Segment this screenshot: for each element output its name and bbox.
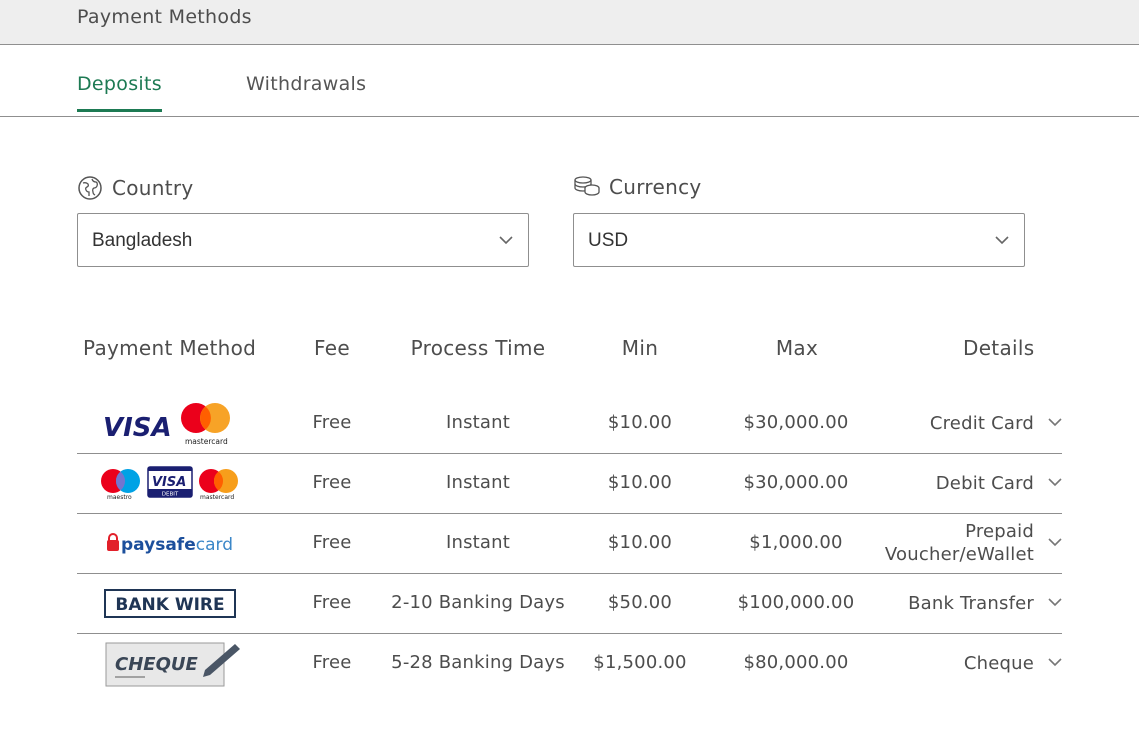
chevron-down-icon[interactable] [1047,416,1063,428]
process-time-cell: Instant [445,472,511,493]
fee-cell: Free [312,532,352,553]
table-row: CHEQUE Free 5-28 Banking Days $1,500.00 … [77,634,1062,694]
svg-text:maestro: maestro [107,494,132,501]
tab-bar: Deposits Withdrawals [0,45,1139,117]
fee-cell: Free [312,412,352,433]
chevron-down-icon[interactable] [1047,596,1063,608]
paysafecard-logo: paysafecard [107,533,233,555]
header-payment-method: Payment Method [83,336,257,360]
max-cell: $30,000.00 [743,412,849,433]
svg-text:VISA: VISA [152,475,186,490]
currency-label-text: Currency [609,175,702,199]
visa-mastercard-logo: VISA mastercard [103,403,230,446]
max-cell: $80,000.00 [743,652,849,673]
details-cell: Cheque [963,653,1034,674]
table-row: maestro VISA DEBIT mastercard Free Insta… [77,454,1062,514]
country-label-text: Country [112,176,194,200]
chevron-down-icon [995,236,1009,245]
details-cell: Bank Transfer [908,593,1034,614]
details-cell: Prepaid Voucher/eWallet [884,521,1034,565]
svg-text:VISA: VISA [103,413,172,443]
header-min: Min [621,336,659,360]
max-cell: $30,000.00 [743,472,849,493]
details-cell: Debit Card [935,473,1034,494]
svg-text:paysafecard: paysafecard [121,535,233,555]
currency-select-value: USD [588,230,629,251]
table-row: BANK WIRE Free 2-10 Banking Days $50.00 … [77,574,1062,634]
tab-withdrawals[interactable]: Withdrawals [246,73,366,109]
country-select-value: Bangladesh [92,230,193,251]
globe-icon [78,176,102,200]
chevron-down-icon[interactable] [1047,536,1063,548]
header-fee: Fee [314,336,350,360]
bank-wire-logo: BANK WIRE [104,589,236,618]
chevron-down-icon[interactable] [1047,656,1063,668]
table-row: paysafecard paysafecard Free Instant $10… [77,514,1062,574]
min-cell: $10.00 [607,472,673,493]
header-details: Details [963,336,1035,360]
svg-text:CHEQUE: CHEQUE [115,654,198,675]
process-time-cell: 5-28 Banking Days [391,652,565,673]
fee-cell: Free [312,592,352,613]
fee-cell: Free [312,652,352,673]
details-cell: Credit Card [929,413,1034,434]
chevron-down-icon[interactable] [1047,476,1063,488]
fee-cell: Free [312,472,352,493]
currency-label: Currency [573,175,702,199]
process-time-cell: Instant [445,412,511,433]
tab-deposits[interactable]: Deposits [77,73,162,112]
svg-text:mastercard: mastercard [200,494,234,501]
max-cell: $1,000.00 [749,532,843,553]
table-row: VISA mastercard Free Instant $10.00 $30,… [77,394,1062,454]
header-max: Max [775,336,819,360]
country-select[interactable]: Bangladesh [77,213,529,267]
country-label: Country [77,175,194,201]
maestro-visa-debit-mastercard-logo: maestro VISA DEBIT mastercard [101,466,238,501]
process-time-cell: 2-10 Banking Days [391,592,565,613]
cheque-logo: CHEQUE [105,642,240,687]
min-cell: $10.00 [607,412,673,433]
page-title: Payment Methods [77,6,252,28]
min-cell: $10.00 [607,532,673,553]
header-process-time: Process Time [410,336,546,360]
coins-icon [574,176,600,196]
svg-text:DEBIT: DEBIT [162,492,179,498]
currency-select[interactable]: USD [573,213,1025,267]
svg-text:BANK WIRE: BANK WIRE [115,595,224,615]
min-cell: $50.00 [607,592,673,613]
process-time-cell: Instant [445,532,511,553]
max-cell: $100,000.00 [737,592,855,613]
svg-text:mastercard: mastercard [185,437,228,446]
chevron-down-icon [499,236,513,245]
page-header: Payment Methods [0,0,1139,45]
min-cell: $1,500.00 [593,652,687,673]
